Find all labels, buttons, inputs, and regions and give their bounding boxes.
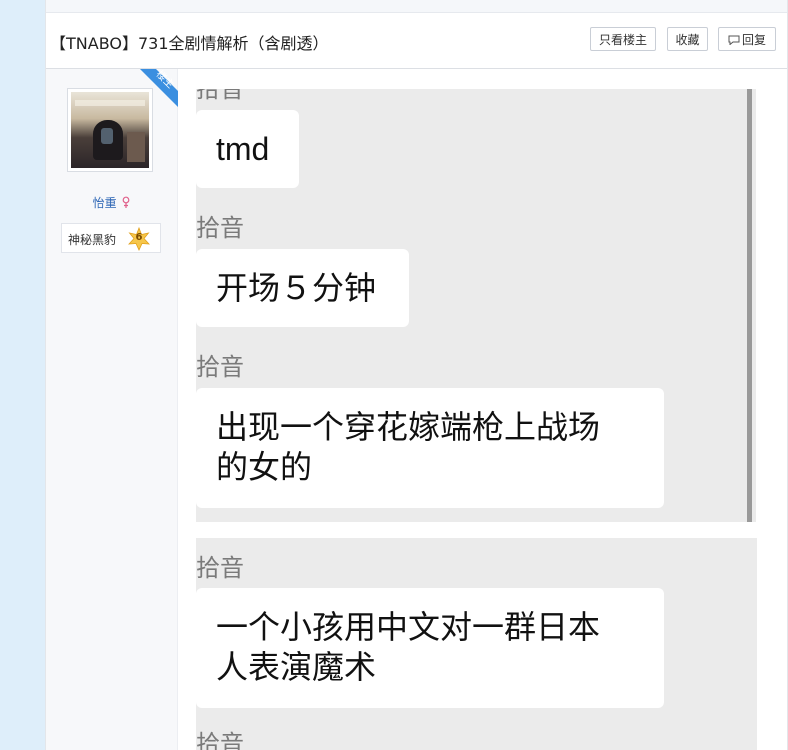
chat-screenshot: 拾音 一个小孩用中文对一群日本 人表演魔术 拾音 — [196, 538, 757, 750]
author-name[interactable]: 怡重 — [93, 196, 117, 210]
only-op-button[interactable]: 只看楼主 — [590, 27, 656, 51]
thread-page: 【TNABO】731全剧情解析（含剧透） 只看楼主 收藏 回复 楼主 怡重 神秘… — [45, 0, 788, 750]
chat-bubble: tmd — [196, 110, 299, 188]
top-strip — [46, 0, 787, 13]
chat-sender: 拾音 — [196, 89, 244, 103]
chat-bubble: 开场５分钟 — [196, 249, 409, 327]
level-box: 神秘黑豹 6 — [61, 223, 161, 253]
author-name-row: 怡重 — [46, 194, 177, 211]
chat-sender: 拾音 — [196, 214, 244, 242]
author-sidebar: 楼主 怡重 神秘黑豹 6 — [46, 69, 178, 750]
avatar[interactable] — [67, 88, 153, 172]
female-icon — [123, 196, 130, 208]
chat-sender: 拾音 — [196, 353, 244, 381]
favorite-button[interactable]: 收藏 — [667, 27, 708, 51]
chat-sender: 拾音 — [196, 554, 244, 582]
thread-header: 【TNABO】731全剧情解析（含剧透） 只看楼主 收藏 回复 — [46, 13, 787, 69]
chat-bubble: 一个小孩用中文对一群日本 人表演魔术 — [196, 588, 664, 708]
level-number: 6 — [135, 232, 143, 243]
thread-title: 【TNABO】731全剧情解析（含剧透） — [50, 34, 329, 53]
screenshot-edge — [747, 89, 752, 522]
comment-icon — [728, 35, 740, 45]
level-badge: 6 — [127, 226, 151, 251]
chat-sender: 拾音 — [196, 730, 244, 750]
post-content: 拾音 tmd 拾音 开场５分钟 拾音 出现一个穿花嫁端枪上战场 的女的 拾音 一… — [196, 89, 757, 750]
reply-label: 回复 — [741, 33, 766, 47]
avatar-image — [71, 92, 149, 168]
level-title: 神秘黑豹 — [68, 233, 117, 247]
chat-bubble: 出现一个穿花嫁端枪上战场 的女的 — [196, 388, 664, 508]
chat-screenshot: 拾音 tmd 拾音 开场５分钟 拾音 出现一个穿花嫁端枪上战场 的女的 — [196, 89, 756, 522]
reply-button[interactable]: 回复 — [718, 27, 776, 51]
